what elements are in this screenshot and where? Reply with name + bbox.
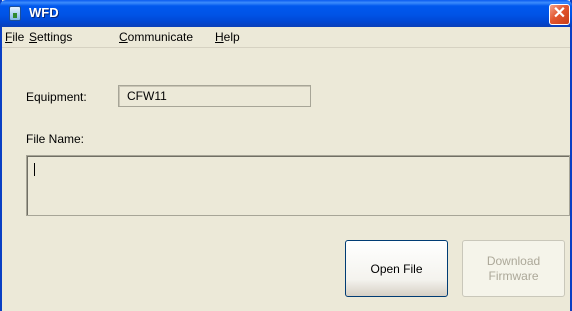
equipment-label: Equipment:: [26, 90, 87, 104]
menu-file[interactable]: File: [5, 30, 24, 44]
title-bar[interactable]: WFD ✕: [0, 0, 572, 27]
app-icon: [9, 6, 21, 21]
menu-bar: File Settings Communicate Help: [2, 27, 570, 48]
menu-help[interactable]: Help: [215, 30, 240, 44]
menu-communicate[interactable]: Communicate: [119, 30, 193, 44]
app-window: WFD ✕ File Settings Communicate Help Equ…: [0, 0, 572, 311]
close-icon: ✕: [552, 5, 567, 22]
text-caret: [34, 163, 35, 176]
window-title: WFD: [29, 5, 59, 20]
menu-settings[interactable]: Settings: [29, 30, 72, 44]
close-button[interactable]: ✕: [549, 4, 570, 25]
download-firmware-label-line2: Firmware: [488, 268, 539, 283]
file-name-label: File Name:: [26, 132, 85, 146]
equipment-field: CFW11: [118, 85, 311, 107]
download-firmware-label-line1: Download: [486, 253, 541, 268]
open-file-button[interactable]: Open File: [345, 240, 448, 297]
download-firmware-button[interactable]: Download Firmware: [462, 240, 565, 297]
file-name-field[interactable]: [26, 155, 570, 216]
